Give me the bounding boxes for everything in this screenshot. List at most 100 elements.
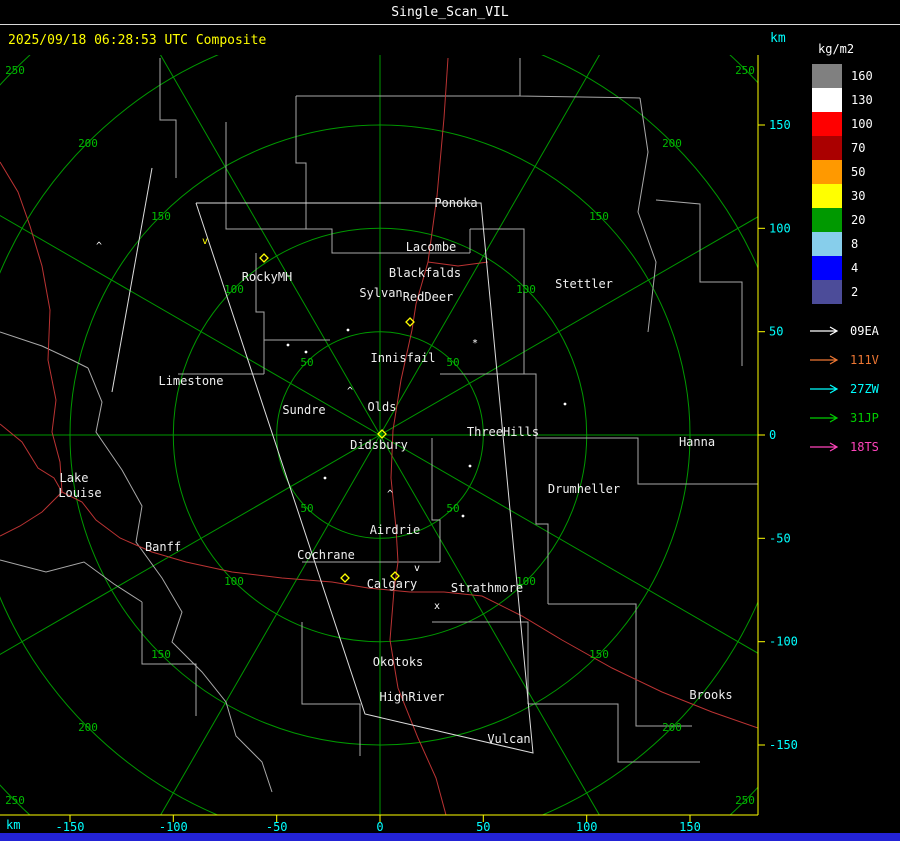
- town-glyph-marker: ^: [387, 489, 393, 500]
- x-axis-tick-label: -150: [56, 820, 85, 834]
- colorbar-entry: 160: [812, 64, 873, 88]
- range-ring-label: 50: [300, 502, 313, 515]
- city-label: Drumheller: [548, 482, 620, 496]
- range-ring-label: 200: [662, 137, 682, 150]
- city-label: ThreeHills: [467, 425, 539, 439]
- radar-legend-item: 18TS: [808, 432, 879, 461]
- colorbar-value-label: 2: [851, 285, 859, 299]
- city-label: Louise: [58, 486, 101, 500]
- colorbar-unit-label: kg/m2: [818, 42, 855, 56]
- radar-map-canvas[interactable]: 50 5050 50100 100100 100150 150150 150200 20020…: [0, 0, 900, 841]
- city-label: Banff: [145, 540, 181, 554]
- y-axis-tick-label: 50: [769, 325, 783, 339]
- colorbar-entry: 70: [812, 136, 873, 160]
- range-ring-label: 100: [224, 283, 244, 296]
- city-label: Blackfalds: [389, 266, 461, 280]
- range-ring-label: 250: [5, 64, 25, 77]
- colorbar-value-label: 50: [851, 165, 866, 179]
- azimuth-spokes: [0, 55, 758, 815]
- colorbar-value-label: 20: [851, 213, 866, 227]
- colorbar-entry: 4: [812, 256, 873, 280]
- city-label: Airdrie: [370, 523, 421, 537]
- x-axis-tick-label: 0: [376, 820, 383, 834]
- range-ring-label: 100: [516, 283, 536, 296]
- colorbar-swatch: [812, 232, 842, 256]
- town-glyph-marker: v: [414, 563, 420, 574]
- radar-arrow-icon: [810, 325, 839, 336]
- range-ring-label: 150: [589, 648, 609, 661]
- y-axis-tick-label: 150: [769, 118, 791, 132]
- town-glyph-marker: ^: [347, 386, 353, 397]
- range-ring-label: 100: [224, 575, 244, 588]
- colorbar-value-label: 100: [851, 117, 873, 131]
- radar-site-id-label: 18TS: [850, 439, 879, 454]
- town-glyph-marker: ^: [96, 241, 102, 252]
- x-axis-unit-label: km: [6, 818, 21, 832]
- city-label: RedDeer: [403, 290, 454, 304]
- y-axis-tick-label: -50: [769, 531, 791, 545]
- radar-legend-item: 09EA: [808, 316, 879, 345]
- colorbar-entry: 2: [812, 280, 873, 304]
- colorbar-value-label: 8: [851, 237, 859, 251]
- city-label: Sylvan: [359, 286, 402, 300]
- radar-site-id-label: 27ZW: [850, 381, 879, 396]
- radar-app-window: Single_Scan_VIL 2025/09/18 06:28:53 UTC …: [0, 0, 900, 841]
- town-glyph-marker: v: [202, 236, 208, 247]
- colorbar-entry: 30: [812, 184, 873, 208]
- x-axis-tick-label: 50: [476, 820, 490, 834]
- radar-site-id-label: 09EA: [850, 323, 879, 338]
- range-ring-label: 250: [735, 64, 755, 77]
- colorbar-entry: 50: [812, 160, 873, 184]
- town-glyph-marker: *: [472, 338, 478, 349]
- town-dot-marker: [286, 343, 290, 347]
- radar-site-id-label: 31JP: [850, 410, 879, 425]
- city-label: Didsbury: [350, 438, 408, 452]
- radar-arrow-icon: [810, 354, 839, 365]
- colorbar-value-label: 70: [851, 141, 866, 155]
- radar-arrow-icon: [810, 412, 839, 423]
- x-axis-tick-label: -50: [266, 820, 288, 834]
- y-axis-tick-label: -150: [769, 738, 798, 752]
- city-label: Lacombe: [406, 240, 457, 254]
- radar-arrow-icon: [810, 441, 839, 452]
- city-label: HighRiver: [379, 690, 444, 704]
- county-boundaries: [0, 58, 758, 793]
- colorbar-value-label: 130: [851, 93, 873, 107]
- y-axis-tick-label: 0: [769, 428, 776, 442]
- range-ring-label: 250: [735, 794, 755, 807]
- colorbar: 160 130 100 70 50 30 20 8 4 2: [812, 64, 873, 304]
- colorbar-entry: 8: [812, 232, 873, 256]
- city-label: Limestone: [158, 374, 223, 388]
- colorbar-swatch: [812, 136, 842, 160]
- colorbar-swatch: [812, 280, 842, 304]
- town-dot-marker: [563, 402, 567, 406]
- radar-legend-item: 27ZW: [808, 374, 879, 403]
- town-dot-marker: [323, 476, 327, 480]
- colorbar-swatch: [812, 256, 842, 280]
- range-ring-label: 250: [5, 794, 25, 807]
- radar-site-id-label: 111V: [850, 352, 879, 367]
- colorbar-swatch: [812, 208, 842, 232]
- colorbar-entry: 130: [812, 88, 873, 112]
- city-label: Innisfail: [370, 351, 435, 365]
- radar-site-legend: 09EA 111V 27ZW 31JP 18TS: [808, 316, 879, 461]
- radar-arrow-icon: [810, 383, 839, 394]
- city-label: Lake: [60, 471, 89, 485]
- radar-legend-item: 31JP: [808, 403, 879, 432]
- y-axis-tick-label: -100: [769, 635, 798, 649]
- radar-legend-item: 111V: [808, 345, 879, 374]
- city-label: Strathmore: [451, 581, 523, 595]
- colorbar-swatch: [812, 184, 842, 208]
- map-layer: 50 5050 50100 100100 100150 150150 150200 20020…: [0, 55, 758, 815]
- range-ring-label: 150: [589, 210, 609, 223]
- animation-progress-bar[interactable]: [0, 833, 900, 841]
- colorbar-swatch: [812, 64, 842, 88]
- city-label: Calgary: [367, 577, 418, 591]
- range-ring-label: 50: [300, 356, 313, 369]
- colorbar-swatch: [812, 88, 842, 112]
- town-dot-marker: [461, 514, 465, 518]
- city-label: Vulcan: [487, 732, 530, 746]
- city-diamond-marker: [259, 253, 269, 263]
- city-label: Cochrane: [297, 548, 355, 562]
- city-label: Brooks: [689, 688, 732, 702]
